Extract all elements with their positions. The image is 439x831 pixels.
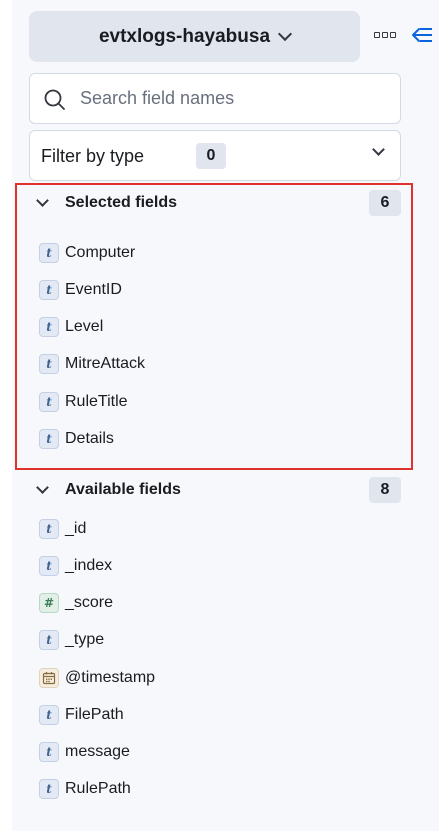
- string-type-icon: t: [39, 742, 59, 762]
- available-fields-count-badge: 8: [369, 477, 401, 503]
- field-name: MitreAttack: [65, 355, 146, 372]
- calendar-icon: [39, 668, 59, 688]
- field-name: _index: [65, 557, 113, 574]
- field-name: Details: [65, 430, 114, 447]
- field-item-filepath[interactable]: t FilePath: [39, 703, 124, 727]
- field-item-type[interactable]: t _type: [39, 628, 104, 652]
- filter-count-badge: 0: [196, 143, 226, 169]
- field-name: FilePath: [65, 706, 124, 723]
- string-type-icon: t: [39, 519, 59, 539]
- string-type-icon: t: [39, 280, 59, 300]
- field-item-mitreattack[interactable]: t MitreAttack: [39, 352, 145, 376]
- field-name: Level: [65, 318, 104, 335]
- field-item-timestamp[interactable]: @timestamp: [39, 666, 155, 690]
- string-type-icon: t: [39, 630, 59, 650]
- field-name: message: [65, 743, 130, 760]
- field-name: _id: [65, 520, 87, 537]
- dataview-name: evtxlogs-hayabusa: [98, 25, 271, 47]
- collapse-sidebar-icon[interactable]: [404, 22, 434, 48]
- field-item-message[interactable]: t message: [39, 740, 130, 764]
- field-name: EventID: [65, 281, 122, 298]
- search-input[interactable]: [80, 74, 390, 123]
- string-type-icon: t: [39, 705, 59, 725]
- selected-fields-title: Selected fields: [65, 194, 178, 211]
- dataview-picker-button[interactable]: evtxlogs-hayabusa: [29, 11, 360, 62]
- search-field-names[interactable]: [29, 73, 401, 124]
- field-item-index[interactable]: t _index: [39, 554, 112, 578]
- string-type-icon: t: [39, 556, 59, 576]
- string-type-icon: t: [39, 243, 59, 263]
- chevron-down-icon: [372, 143, 385, 156]
- selected-fields-header[interactable]: Selected fields 6: [29, 190, 401, 218]
- field-item-score[interactable]: # _score: [39, 591, 113, 615]
- field-name: Computer: [65, 244, 136, 261]
- field-name: RulePath: [65, 780, 131, 797]
- field-name: _score: [65, 594, 114, 611]
- filter-label: Filter by type: [41, 146, 145, 166]
- chevron-down-icon: [36, 194, 49, 207]
- string-type-icon: t: [39, 429, 59, 449]
- field-item-ruletitle[interactable]: t RuleTitle: [39, 390, 128, 414]
- field-item-level[interactable]: t Level: [39, 315, 103, 339]
- chevron-down-icon: [277, 26, 293, 42]
- string-type-icon: t: [39, 317, 59, 337]
- field-name: RuleTitle: [65, 393, 128, 410]
- field-name: @timestamp: [65, 669, 156, 686]
- field-item-details[interactable]: t Details: [39, 427, 114, 451]
- available-fields-title: Available fields: [65, 481, 181, 498]
- field-item-rulepath[interactable]: t RulePath: [39, 777, 131, 801]
- options-menu-icon[interactable]: [374, 29, 398, 41]
- search-icon: [44, 89, 65, 110]
- field-name: _type: [65, 631, 105, 648]
- chevron-down-icon: [36, 481, 49, 494]
- field-item-eventid[interactable]: t EventID: [39, 278, 122, 302]
- selected-fields-count-badge: 6: [369, 190, 401, 216]
- field-item-computer[interactable]: t Computer: [39, 241, 135, 265]
- string-type-icon: t: [39, 392, 59, 412]
- filter-by-type-button[interactable]: Filter by type 0: [29, 130, 401, 181]
- field-item-id[interactable]: t _id: [39, 517, 86, 541]
- string-type-icon: t: [39, 354, 59, 374]
- string-type-icon: t: [39, 779, 59, 799]
- number-type-icon: #: [39, 593, 59, 613]
- available-fields-header[interactable]: Available fields 8: [29, 477, 401, 505]
